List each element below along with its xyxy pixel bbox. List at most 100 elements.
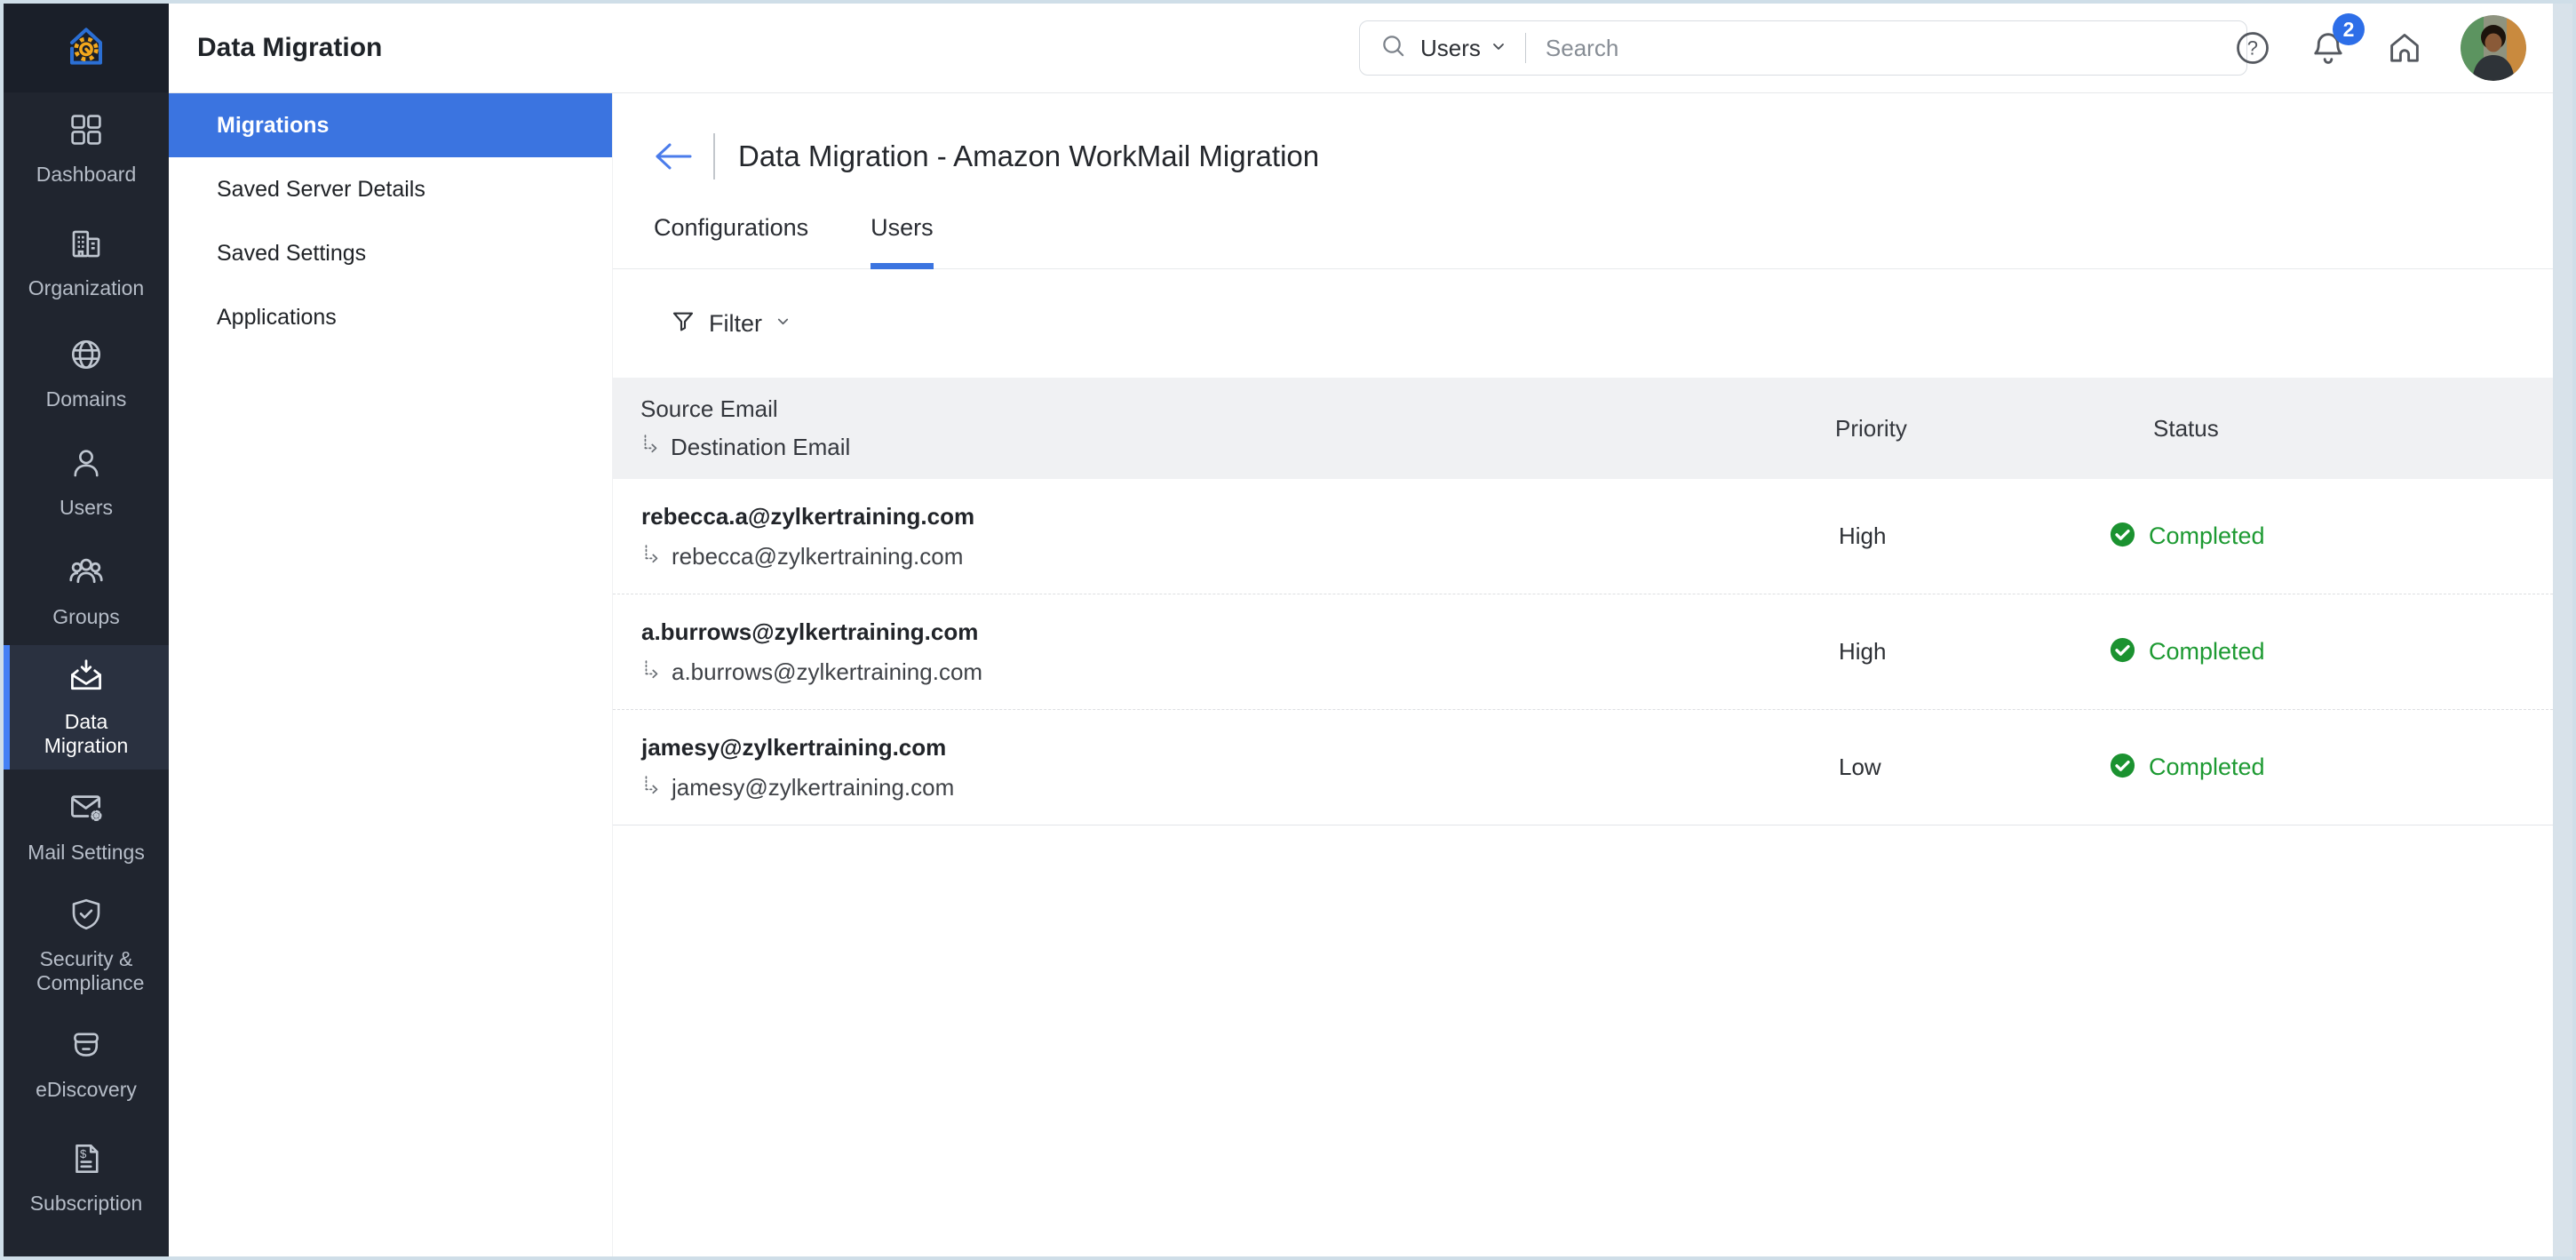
scrollbar-track[interactable] [2553,4,2572,1256]
user-avatar[interactable] [2461,15,2526,81]
users-icon [68,444,105,487]
table-row[interactable]: a.burrows@zylkertraining.com a.burrows@z… [613,594,2553,710]
svg-text:?: ? [2247,37,2258,60]
sidebar-item-groups[interactable]: Groups [4,537,169,645]
filter-row: Filter [613,269,2553,378]
status-badge: Completed [2149,522,2265,550]
tab-users[interactable]: Users [871,214,934,269]
filter-label: Filter [709,310,762,338]
email-cell: rebecca.a@zylkertraining.com rebecca@zyl… [613,503,1835,570]
page-title: Data Migration [197,33,382,63]
global-search: Users [1359,20,2247,76]
source-destination-header: Source Email Destination Email [613,395,1835,461]
completed-check-icon [2109,521,2136,553]
notifications-button[interactable]: 2 [2308,28,2349,68]
source-email: a.burrows@zylkertraining.com [641,618,1835,646]
sidebar-item-users[interactable]: Users [4,428,169,537]
svg-text:$: $ [80,1147,87,1160]
migration-header: Data Migration - Amazon WorkMail Migrati… [653,129,2553,184]
sidebar-item-ediscovery[interactable]: eDiscovery [4,1008,169,1121]
table-row[interactable]: jamesy@zylkertraining.com jamesy@zylkert… [613,710,2553,825]
sidebar-item-security-compliance[interactable]: Security & Compliance [4,883,169,1008]
source-email-header: Source Email [640,395,1835,423]
chevron-down-icon [775,313,791,334]
priority-value: High [1835,638,2109,666]
submenu-item-applications[interactable]: Applications [169,285,612,349]
priority-header: Priority [1835,415,2109,443]
sidebar-item-label: Dashboard [36,163,137,187]
submenu-item-label: Saved Server Details [217,177,425,203]
search-input[interactable] [1546,35,2227,62]
global-topbar: Data Migration Users [169,4,2553,93]
sidebar-item-dashboard[interactable]: Dashboard [4,92,169,206]
search-category-selector[interactable]: Users [1420,35,1507,62]
subscription-icon: $ [68,1140,105,1183]
title-divider [713,133,715,179]
data-migration-icon [67,657,106,701]
source-email: jamesy@zylkertraining.com [641,734,1835,762]
email-cell: a.burrows@zylkertraining.com a.burrows@z… [613,618,1835,686]
status-cell: Completed [2109,752,2553,784]
search-icon [1379,32,1408,65]
email-cell: jamesy@zylkertraining.com jamesy@zylkert… [613,734,1835,801]
destination-arrow-icon [641,659,663,685]
filter-dropdown[interactable]: Filter [670,308,791,339]
sidebar-item-label: Subscription [30,1192,143,1216]
sidebar-item-label: Mail Settings [28,841,145,865]
app-logo[interactable] [4,4,169,92]
users-table-header: Source Email Destination Email [613,378,2553,479]
sidebar-item-domains[interactable]: Domains [4,320,169,428]
destination-arrow-icon [640,434,662,461]
destination-email: jamesy@zylkertraining.com [672,774,954,801]
data-migration-submenu: Migrations Saved Server Details Saved Se… [169,93,613,1256]
sidebar-item-label: Users [60,496,113,520]
content-row: Migrations Saved Server Details Saved Se… [169,93,2553,1256]
security-compliance-icon [68,896,105,938]
sidebar-item-label: Domains [46,387,127,411]
sidebar-item-label: Organization [28,276,144,300]
sidebar-item-subscription[interactable]: $ Subscription [4,1121,169,1235]
migration-detail-panel: Data Migration - Amazon WorkMail Migrati… [613,93,2553,1256]
priority-value: High [1835,522,2109,550]
sidebar-item-organization[interactable]: Organization [4,206,169,320]
organization-icon [68,225,105,267]
home-button[interactable] [2384,28,2425,68]
completed-check-icon [2109,636,2136,668]
back-button[interactable] [653,141,694,171]
destination-email: a.burrows@zylkertraining.com [672,658,982,686]
help-button[interactable]: ? [2233,28,2272,68]
domains-icon [68,336,105,379]
submenu-item-migrations[interactable]: Migrations [169,93,612,157]
sidebar-item-label: Groups [52,605,119,629]
topbar-icons: ? 2 [2233,4,2526,92]
groups-icon [67,552,106,596]
submenu-item-saved-server-details[interactable]: Saved Server Details [169,157,612,221]
priority-value: Low [1835,754,2109,781]
filter-icon [670,308,696,339]
notification-count-badge: 2 [2333,13,2365,45]
status-badge: Completed [2149,638,2265,666]
search-divider [1525,33,1526,63]
right-column: Data Migration Users [169,4,2553,1256]
sidebar-item-label: Security & Compliance [36,947,136,995]
sidebar-item-label: Data Migration [36,710,136,758]
destination-arrow-icon [641,775,663,801]
submenu-item-label: Saved Settings [217,241,366,267]
migration-title: Data Migration - Amazon WorkMail Migrati… [738,140,1319,173]
tab-configurations[interactable]: Configurations [654,214,808,269]
primary-sidebar: Dashboard Organization Do [4,4,169,1256]
search-category-label: Users [1420,35,1481,62]
source-email: rebecca.a@zylkertraining.com [641,503,1835,530]
status-header: Status [2109,415,2553,443]
home-gear-logo-icon [58,18,115,79]
dashboard-icon [68,111,105,154]
status-cell: Completed [2109,636,2553,668]
admin-console-window: Dashboard Organization Do [0,0,2576,1260]
mail-settings-icon [67,787,106,832]
sidebar-item-data-migration[interactable]: Data Migration [4,645,169,770]
sidebar-item-mail-settings[interactable]: Mail Settings [4,770,169,883]
submenu-item-label: Migrations [217,113,329,139]
submenu-item-saved-settings[interactable]: Saved Settings [169,221,612,285]
table-row[interactable]: rebecca.a@zylkertraining.com rebecca@zyl… [613,479,2553,594]
completed-check-icon [2109,752,2136,784]
